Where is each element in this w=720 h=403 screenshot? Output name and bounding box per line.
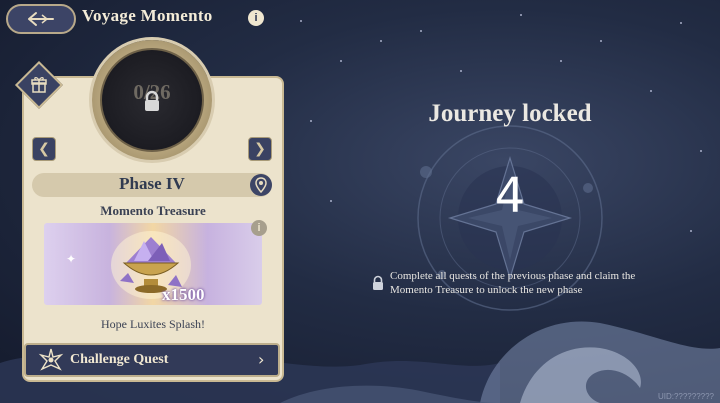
next-phase-button[interactable]: ❯ — [248, 137, 272, 161]
sparkle-icon: ✦ — [66, 252, 77, 266]
treasure-quantity: x1500 — [162, 285, 205, 304]
phase-number: 4 — [494, 168, 526, 224]
treasure-title: Momento Treasure — [100, 203, 206, 218]
lock-icon — [373, 275, 383, 290]
treasure-info-icon[interactable]: i — [251, 220, 267, 236]
phase-label: Phase IV — [119, 174, 185, 193]
prev-phase-button[interactable]: ❮ — [32, 137, 56, 161]
uid-label: UID:????????? — [657, 392, 714, 401]
location-pin-icon — [255, 177, 267, 194]
info-icon[interactable]: i — [248, 10, 264, 26]
challenge-quest-label: Challenge Quest — [70, 352, 169, 367]
location-pin-button[interactable] — [250, 174, 272, 196]
crown-star-icon — [38, 348, 64, 371]
unlock-instructions: Complete all quests of the previous phas… — [390, 270, 636, 296]
gift-icon — [31, 77, 47, 93]
back-button[interactable] — [6, 4, 76, 34]
treasure-name: Hope Luxites Splash! — [101, 317, 205, 331]
page-title: Voyage Momento — [82, 6, 213, 25]
chevron-right-icon: › — [258, 350, 265, 369]
lock-icon — [145, 90, 159, 111]
back-arrow-icon — [28, 12, 54, 26]
journey-locked-title: Journey locked — [428, 100, 592, 127]
